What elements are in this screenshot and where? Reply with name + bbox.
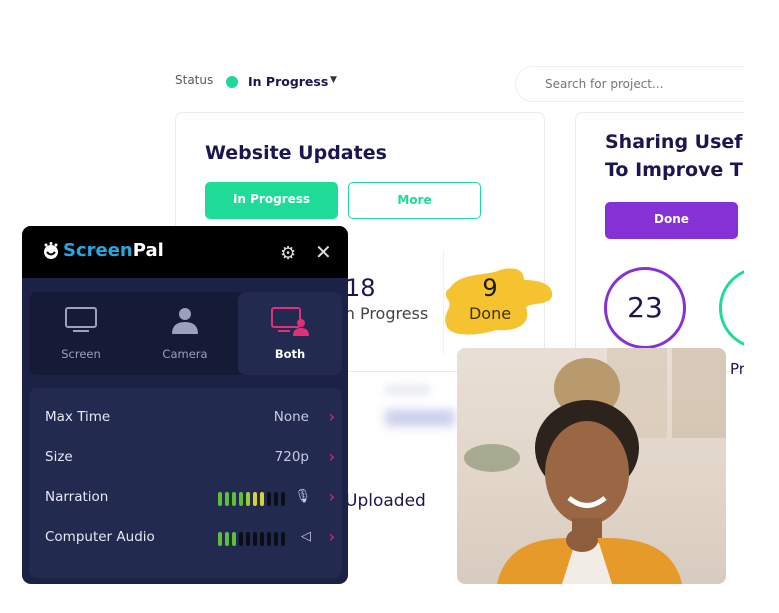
level-bar [246,492,250,506]
card-title: Website Updates [205,142,387,164]
blurred-text [385,410,455,426]
level-bar [253,532,257,546]
in-progress-count: 18 [345,274,376,302]
level-bar [225,492,229,506]
uploaded-label: Uploaded [345,491,426,511]
level-bar [225,532,229,546]
level-bar [274,532,278,546]
blurred-text [385,385,430,395]
level-bar [267,532,271,546]
chevron-right-icon: › [328,407,335,426]
page-edge [744,0,779,613]
settings-list: Max Time None › Size 720p › Narration 🎙 › Comp… [29,388,342,578]
gear-icon[interactable]: ⚙ [280,243,296,264]
level-bar [260,532,264,546]
setting-narration[interactable]: Narration 🎙 › [45,487,335,509]
status-dropdown[interactable]: In Progress [248,74,328,89]
level-bar [239,492,243,506]
in-progress-button[interactable]: In Progress [205,182,338,219]
mode-both[interactable]: Both [238,292,342,375]
mode-selector: Screen Camera Both [29,292,342,375]
level-bar [253,492,257,506]
level-bar [246,532,250,546]
mode-camera[interactable]: Camera [133,292,237,375]
more-button[interactable]: More [348,182,481,219]
person-photo [464,348,726,584]
audio-level-meter [218,532,285,546]
screenpal-logo-icon [44,241,58,259]
level-bar [232,492,236,506]
screenpal-recorder-panel: ScreenPal ⚙ ✕ Screen Camera Both Max Tim… [22,226,348,584]
monitor-person-icon [271,307,309,336]
chevron-right-icon: › [328,447,335,466]
caret-down-icon[interactable]: ▼ [330,75,337,85]
level-bar [239,532,243,546]
chevron-right-icon: › [328,527,335,546]
mode-screen[interactable]: Screen [29,292,133,375]
progress-circle: 23 [604,267,686,349]
level-bar [218,532,222,546]
level-bar [260,492,264,506]
level-bar [267,492,271,506]
done-count: 9 [482,274,498,302]
setting-max-time[interactable]: Max Time None › [45,407,335,429]
in-progress-label: In Progress [340,304,429,323]
chevron-right-icon: › [328,487,335,506]
close-icon[interactable]: ✕ [315,240,332,264]
done-label: Done [468,304,512,323]
narration-level-meter [218,492,285,506]
screenpal-logo: ScreenPal [42,240,164,261]
level-bar [281,532,285,546]
level-bar [232,532,236,546]
monitor-icon [65,307,97,332]
level-bar [218,492,222,506]
setting-computer-audio[interactable]: Computer Audio ◁ › [45,527,335,549]
microphone-icon: 🎙 [294,489,311,504]
status-label: Status [175,73,214,87]
level-bar [281,492,285,506]
person-icon [172,308,198,334]
progress-label: Pr [730,360,745,378]
level-bar [274,492,278,506]
speaker-icon: ◁ [301,529,311,544]
search-input[interactable] [515,66,779,102]
setting-size[interactable]: Size 720p › [45,447,335,469]
done-button[interactable]: Done [605,202,738,239]
status-dot [226,76,238,88]
webcam-preview [457,348,726,584]
